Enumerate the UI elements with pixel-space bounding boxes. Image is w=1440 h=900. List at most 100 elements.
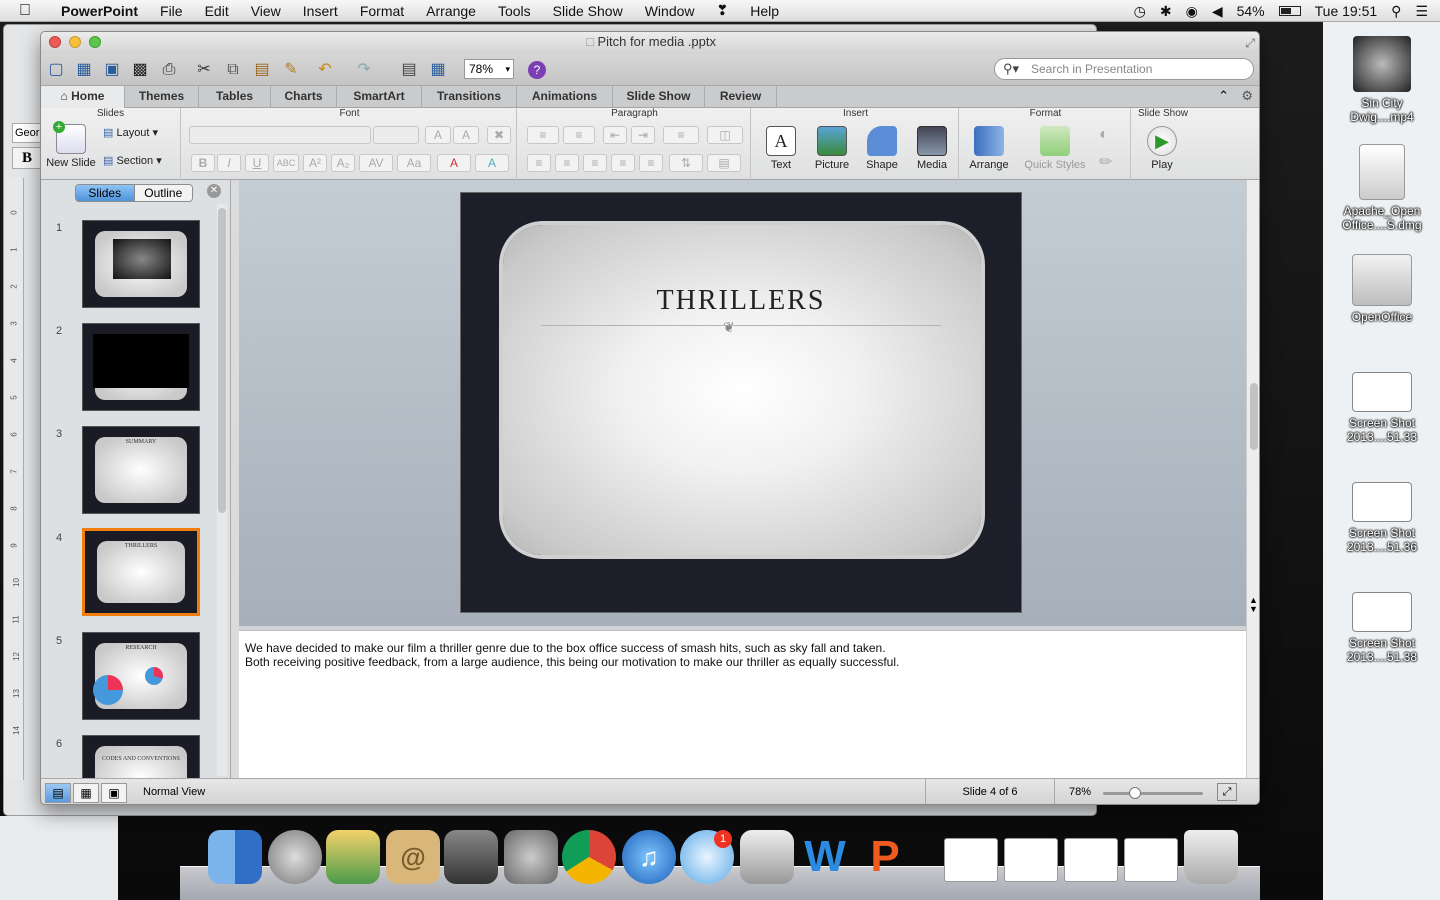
clear-formatting-icon[interactable]: ✖	[487, 126, 511, 144]
bullets-icon[interactable]: ≡	[527, 126, 559, 144]
shrink-font-icon[interactable]: A	[453, 126, 479, 144]
current-slide[interactable]: THRILLERS ❦	[460, 192, 1022, 613]
character-spacing-icon[interactable]: AV	[359, 154, 393, 172]
finder-icon[interactable]	[208, 830, 262, 884]
slide-thumbnail-4[interactable]: THRILLERS	[82, 528, 200, 616]
scrollbar-thumb[interactable]	[218, 208, 226, 513]
section-button[interactable]: ▤ Section ▾	[103, 154, 175, 167]
superscript-icon[interactable]: A²	[303, 154, 327, 172]
trash-icon[interactable]	[1184, 830, 1238, 884]
gallery-icon[interactable]: ▤	[398, 59, 420, 81]
toolbox-icon[interactable]: ▦	[427, 59, 449, 81]
tab-smartart[interactable]: SmartArt	[337, 86, 422, 108]
slide-canvas[interactable]: THRILLERS ❦	[239, 180, 1246, 626]
photos-icon[interactable]	[326, 830, 380, 884]
cut-icon[interactable]: ✂	[193, 59, 215, 81]
zoom-slider-knob[interactable]	[1129, 787, 1142, 799]
background-bold-button[interactable]: B	[12, 147, 42, 169]
menu-view[interactable]: View	[240, 3, 292, 19]
launchpad-icon[interactable]	[268, 830, 322, 884]
help-icon[interactable]: ?	[528, 61, 546, 79]
align-text-icon[interactable]: ▤	[707, 154, 741, 172]
facetime-icon[interactable]	[444, 830, 498, 884]
minimize-window-button[interactable]	[69, 36, 81, 48]
notes-pane[interactable]: We have decided to make our film a thril…	[239, 630, 1246, 778]
italic-icon[interactable]: I	[217, 154, 241, 172]
strikethrough-icon[interactable]: ABC	[273, 154, 299, 172]
slides-panel-scrollbar[interactable]	[217, 204, 227, 776]
battery-percent[interactable]: 54%	[1237, 3, 1265, 19]
notification-center-icon[interactable]: ☰	[1415, 3, 1428, 20]
grow-font-icon[interactable]: A	[425, 126, 451, 144]
slide-thumbnail-3[interactable]: SUMMARY	[82, 426, 200, 514]
arrange-button[interactable]: Arrange	[965, 126, 1013, 171]
menu-app-name[interactable]: PowerPoint	[50, 3, 149, 19]
slide-thumbnail-2[interactable]	[82, 323, 200, 411]
subscript-icon[interactable]: A₂	[331, 154, 355, 172]
fill-color-icon[interactable]: ◐	[1099, 126, 1109, 144]
insert-text-button[interactable]: A Text	[757, 126, 805, 171]
slide-thumbnail-1[interactable]	[82, 220, 200, 308]
fit-to-window-icon[interactable]: ⤢	[1217, 783, 1237, 801]
increase-indent-icon[interactable]: ⇥	[631, 126, 655, 144]
system-preferences-icon[interactable]	[504, 830, 558, 884]
font-size-select[interactable]	[373, 126, 419, 144]
menu-file[interactable]: File	[149, 3, 194, 19]
document-stack-icon[interactable]	[1004, 838, 1058, 882]
slide-show-view-icon[interactable]: ▣	[101, 783, 127, 803]
apple-menu-icon[interactable]: 	[0, 2, 50, 20]
tab-slide-show[interactable]: Slide Show	[613, 86, 705, 108]
templates-icon[interactable]: ▦	[73, 59, 95, 81]
menu-help[interactable]: Help	[739, 3, 790, 19]
desktop-icon-screenshot-2[interactable]: Screen Shot 2013....51.36	[1336, 482, 1428, 554]
bluetooth-icon[interactable]: ✱	[1160, 3, 1172, 20]
close-panel-icon[interactable]: ✕	[207, 184, 221, 198]
background-font-field[interactable]: Geor	[12, 123, 42, 143]
save-icon[interactable]: ▩	[129, 59, 151, 81]
quick-styles-button[interactable]: Quick Styles	[1021, 126, 1089, 171]
copy-icon[interactable]: ⧉	[222, 59, 244, 81]
insert-shape-button[interactable]: Shape	[857, 126, 907, 171]
ribbon-settings-gear-icon[interactable]: ⚙	[1241, 88, 1253, 104]
justify-icon[interactable]: ≡	[611, 154, 635, 172]
canvas-scrollbar[interactable]: ▲ ▼	[1246, 180, 1259, 778]
line-spacing-icon[interactable]: ≡	[663, 126, 699, 144]
insert-media-button[interactable]: Media	[907, 126, 957, 171]
layout-button[interactable]: ▤ Layout ▾	[103, 126, 175, 139]
tab-review[interactable]: Review	[705, 86, 777, 108]
menu-format[interactable]: Format	[349, 3, 415, 19]
document-stack-icon[interactable]	[944, 838, 998, 882]
menu-slide-show[interactable]: Slide Show	[542, 3, 634, 19]
contacts-icon[interactable]: @	[386, 830, 440, 884]
change-case-icon[interactable]: Aa	[397, 154, 431, 172]
tab-charts[interactable]: Charts	[271, 86, 337, 108]
normal-view-icon[interactable]: ▤	[45, 783, 71, 803]
word-icon[interactable]: W	[798, 830, 852, 884]
distribute-icon[interactable]: ≡	[639, 154, 663, 172]
line-color-icon[interactable]: ✏	[1099, 152, 1112, 172]
font-color-icon[interactable]: A	[437, 154, 471, 172]
align-center-icon[interactable]: ≡	[555, 154, 579, 172]
text-direction-icon[interactable]: ⇅	[669, 154, 703, 172]
numbering-icon[interactable]: ≡	[563, 126, 595, 144]
tab-tables[interactable]: Tables	[199, 86, 271, 108]
search-input[interactable]: Search in Presentation	[994, 58, 1254, 80]
slide-sorter-icon[interactable]: ▦	[73, 783, 99, 803]
tab-outline[interactable]: Outline	[133, 185, 192, 201]
tab-transitions[interactable]: Transitions	[422, 86, 517, 108]
menu-tools[interactable]: Tools	[487, 3, 542, 19]
battery-icon[interactable]	[1278, 6, 1301, 16]
utilities-icon[interactable]	[740, 830, 794, 884]
slide-title[interactable]: THRILLERS	[461, 285, 1021, 317]
zoom-slider[interactable]	[1103, 787, 1203, 799]
previous-slide-icon[interactable]: ▲ ▼	[1249, 596, 1258, 614]
text-effects-icon[interactable]: A	[475, 154, 509, 172]
desktop-icon-dmg[interactable]: Apache_Open Office....S.dmg	[1336, 144, 1428, 232]
insert-picture-button[interactable]: Picture	[807, 126, 857, 171]
undo-icon[interactable]: ↶	[314, 59, 336, 81]
bold-icon[interactable]: B	[191, 154, 215, 172]
time-machine-icon[interactable]: ◷	[1134, 3, 1146, 20]
slide-thumbnail-6[interactable]: CODES AND CONVENTIONS	[82, 735, 200, 779]
collapse-ribbon-icon[interactable]: ⌃	[1218, 88, 1229, 104]
spotlight-search-icon[interactable]: ⚲	[1391, 3, 1401, 20]
